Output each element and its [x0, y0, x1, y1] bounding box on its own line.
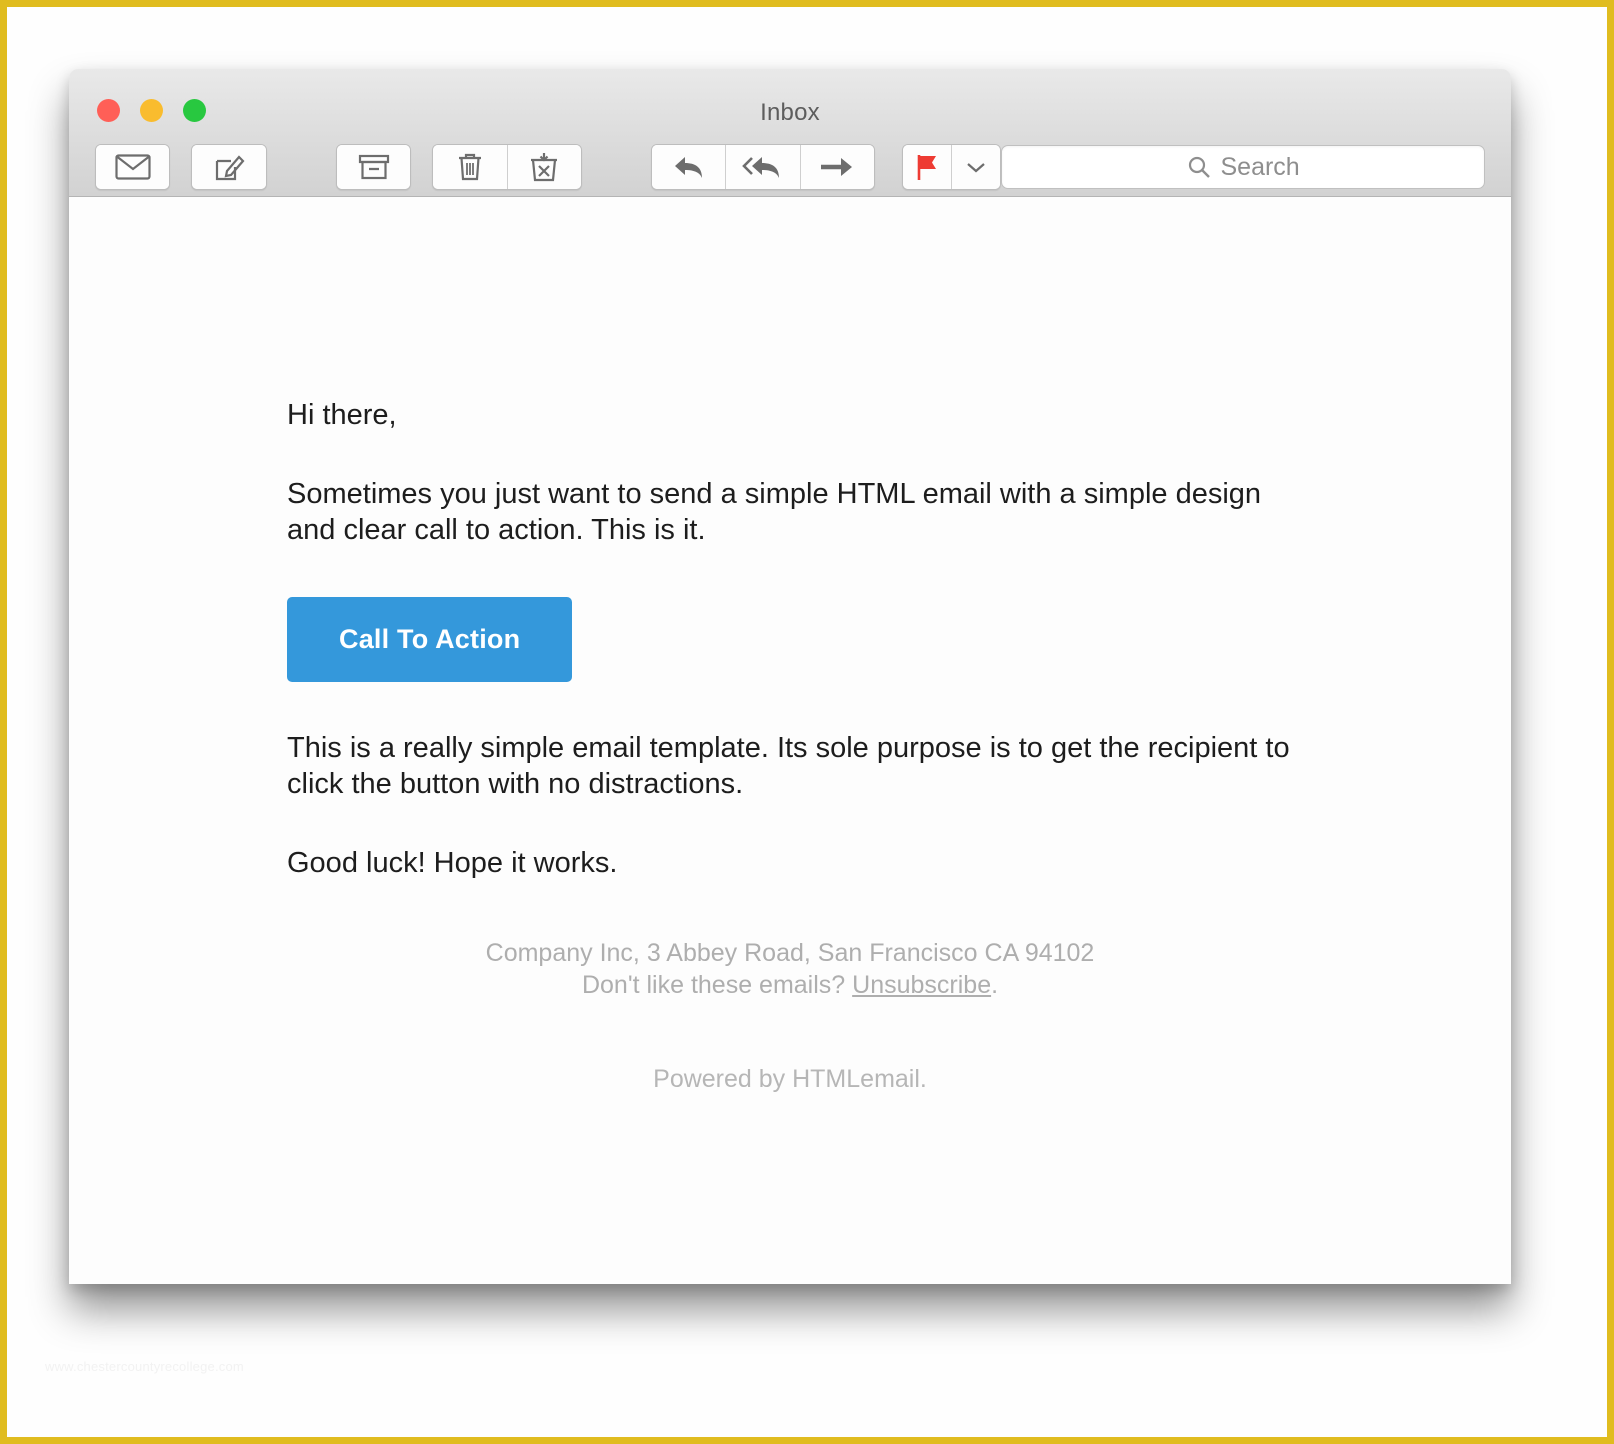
- mail-actions-group: [95, 144, 171, 190]
- chevron-down-icon: [965, 160, 987, 174]
- email-paragraph-1: Sometimes you just want to send a simple…: [287, 477, 1262, 547]
- compose-icon: [213, 151, 245, 183]
- search-icon: [1187, 155, 1211, 179]
- archive-group: [336, 144, 412, 190]
- archive-icon: [358, 153, 390, 181]
- search-field[interactable]: Search: [1001, 145, 1486, 189]
- reply-arrow-icon: [671, 153, 707, 181]
- forward-button[interactable]: [799, 145, 874, 189]
- message-body: Hi there, Sometimes you just want to sen…: [69, 197, 1511, 1284]
- unsubscribe-prefix: Don't like these emails?: [581, 971, 853, 999]
- trash-icon: [456, 152, 484, 182]
- email-paragraph-2: This is a really simple email template. …: [287, 731, 1290, 801]
- compose-button[interactable]: [192, 145, 266, 189]
- delete-junk-group: [432, 144, 582, 190]
- forward-arrow-icon: [819, 155, 855, 179]
- get-mail-button[interactable]: [96, 145, 170, 189]
- junk-icon: [528, 152, 560, 182]
- footer-address: Company Inc, 3 Abbey Road, San Francisco…: [485, 939, 1095, 967]
- email-footer: Company Inc, 3 Abbey Road, San Francisco…: [69, 937, 1511, 1095]
- envelope-icon: [115, 154, 151, 180]
- email-content: Hi there, Sometimes you just want to sen…: [287, 397, 1297, 923]
- email-paragraph-3: Good luck! Hope it works.: [287, 846, 618, 879]
- email-greeting: Hi there,: [287, 399, 397, 431]
- search-placeholder: Search: [1220, 152, 1300, 181]
- unsubscribe-suffix: .: [991, 971, 999, 999]
- toolbar: Search: [69, 137, 1511, 197]
- mail-window: Inbox Search Hi there, Sometimes you jus…: [69, 69, 1511, 1284]
- reply-button[interactable]: [652, 145, 726, 189]
- compose-group: [191, 144, 267, 190]
- junk-button[interactable]: [506, 145, 581, 189]
- flag-icon: [914, 153, 940, 181]
- call-to-action-button[interactable]: Call To Action: [287, 596, 573, 682]
- flag-button[interactable]: [902, 145, 952, 189]
- archive-button[interactable]: [337, 145, 411, 189]
- watermark-text: www.chestercountyrecollege.com: [45, 1359, 244, 1374]
- window-titlebar: Inbox Search: [69, 69, 1511, 197]
- powered-by-text: Powered by HTMLemail.: [653, 1065, 927, 1093]
- window-title: Inbox: [760, 99, 820, 126]
- reply-all-button[interactable]: [725, 145, 800, 189]
- reply-group: [651, 144, 875, 190]
- flag-menu-button[interactable]: [951, 145, 1001, 189]
- reply-all-arrow-icon: [742, 153, 784, 181]
- footer-unsubscribe-line: Don't like these emails? Unsubscribe.: [69, 969, 1511, 1001]
- delete-button[interactable]: [433, 145, 507, 189]
- page-frame: Inbox Search Hi there, Sometimes you jus…: [0, 0, 1614, 1444]
- flag-group: [901, 144, 1002, 190]
- unsubscribe-link[interactable]: Unsubscribe: [852, 971, 991, 999]
